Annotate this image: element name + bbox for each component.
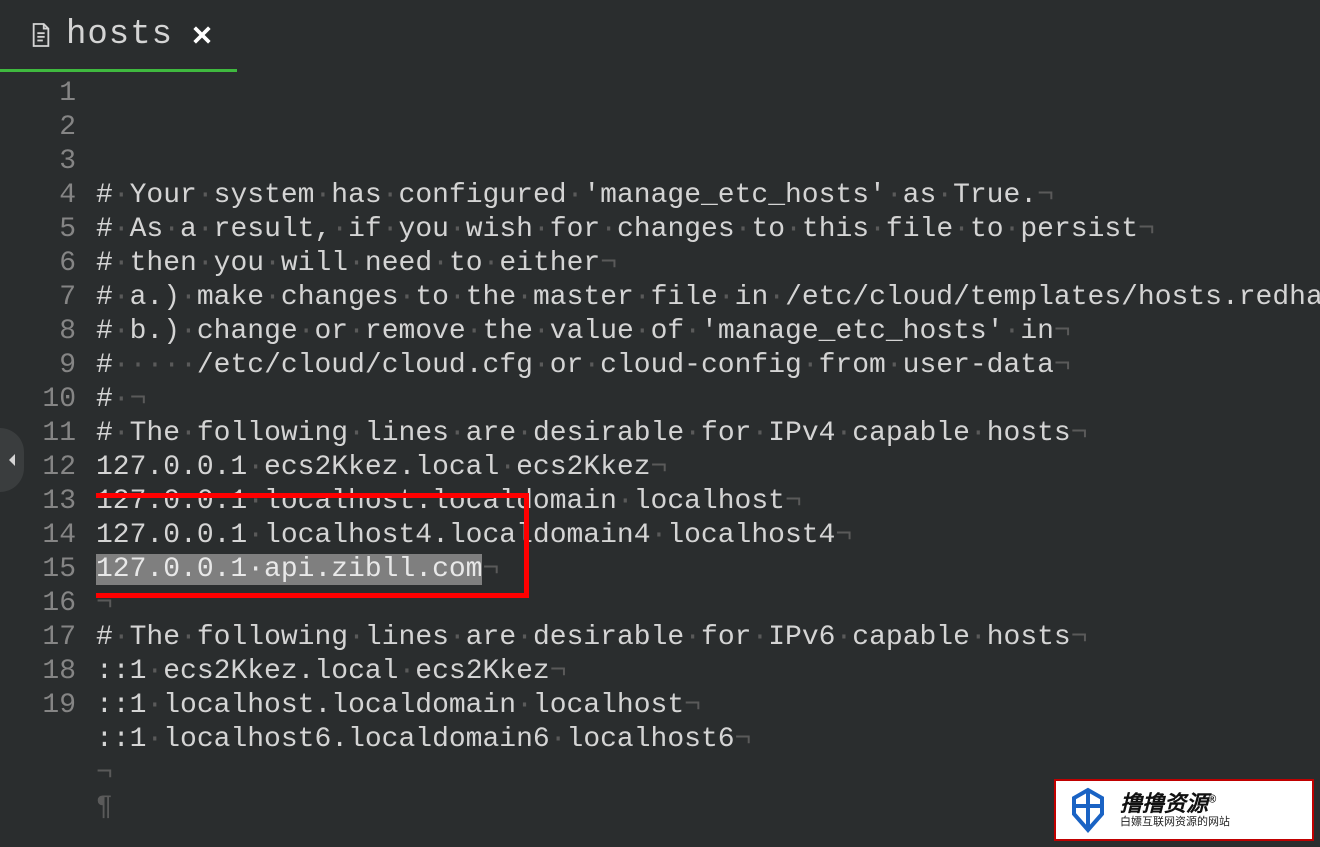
tab-bar: hosts	[0, 0, 1320, 72]
line-number: 4	[0, 179, 96, 213]
code-line[interactable]: #·····/etc/cloud/cloud.cfg·or·cloud-conf…	[96, 349, 1320, 383]
line-number: 19	[0, 689, 96, 723]
line-number: 8	[0, 315, 96, 349]
code-line[interactable]: #·The·following·lines·are·desirable·for·…	[96, 417, 1320, 451]
line-number: 15	[0, 553, 96, 587]
code-lines[interactable]: #·Your·system·has·configured·'manage_etc…	[96, 72, 1320, 847]
code-area[interactable]: 12345678910111213141516171819 #·Your·sys…	[0, 72, 1320, 847]
line-number: 1	[0, 77, 96, 111]
line-number: 17	[0, 621, 96, 655]
code-line[interactable]: 127.0.0.1·ecs2Kkez.local·ecs2Kkez¬	[96, 451, 1320, 485]
watermark-logo-icon	[1064, 786, 1112, 834]
line-number: 7	[0, 281, 96, 315]
code-line[interactable]: ::1·ecs2Kkez.local·ecs2Kkez¬	[96, 655, 1320, 689]
watermark-badge: 撸撸资源® 白嫖互联网资源的网站	[1054, 779, 1314, 841]
line-number: 3	[0, 145, 96, 179]
code-line[interactable]: #·¬	[96, 383, 1320, 417]
line-number: 18	[0, 655, 96, 689]
watermark-text: 撸撸资源® 白嫖互联网资源的网站	[1120, 792, 1230, 828]
line-number: 16	[0, 587, 96, 621]
code-line[interactable]: 127.0.0.1·localhost.localdomain·localhos…	[96, 485, 1320, 519]
file-tab-hosts[interactable]: hosts	[0, 0, 237, 72]
code-line[interactable]: #·Your·system·has·configured·'manage_etc…	[96, 179, 1320, 213]
line-number: 10	[0, 383, 96, 417]
tab-title: hosts	[66, 16, 173, 54]
code-line[interactable]: ::1·localhost.localdomain·localhost¬	[96, 689, 1320, 723]
editor: hosts 12345678910111213141516171819 #·Yo…	[0, 0, 1320, 847]
code-line[interactable]: #·The·following·lines·are·desirable·for·…	[96, 621, 1320, 655]
line-number: 14	[0, 519, 96, 553]
line-number: 9	[0, 349, 96, 383]
line-number: 6	[0, 247, 96, 281]
code-line[interactable]: 127.0.0.1·api.zibll.com¬	[96, 553, 1320, 587]
code-line[interactable]: #·then·you·will·need·to·either¬	[96, 247, 1320, 281]
code-line[interactable]: ¬	[96, 587, 1320, 621]
code-line[interactable]: #·b.)·change·or·remove·the·value·of·'man…	[96, 315, 1320, 349]
close-icon[interactable]	[191, 24, 213, 46]
line-number: 5	[0, 213, 96, 247]
line-number: 2	[0, 111, 96, 145]
file-icon	[30, 22, 52, 48]
code-line[interactable]: ::1·localhost6.localdomain6·localhost6¬	[96, 723, 1320, 757]
code-line[interactable]: #·As·a·result,·if·you·wish·for·changes·t…	[96, 213, 1320, 247]
code-line[interactable]: 127.0.0.1·localhost4.localdomain4·localh…	[96, 519, 1320, 553]
code-line[interactable]: #·a.)·make·changes·to·the·master·file·in…	[96, 281, 1320, 315]
line-number: 13	[0, 485, 96, 519]
